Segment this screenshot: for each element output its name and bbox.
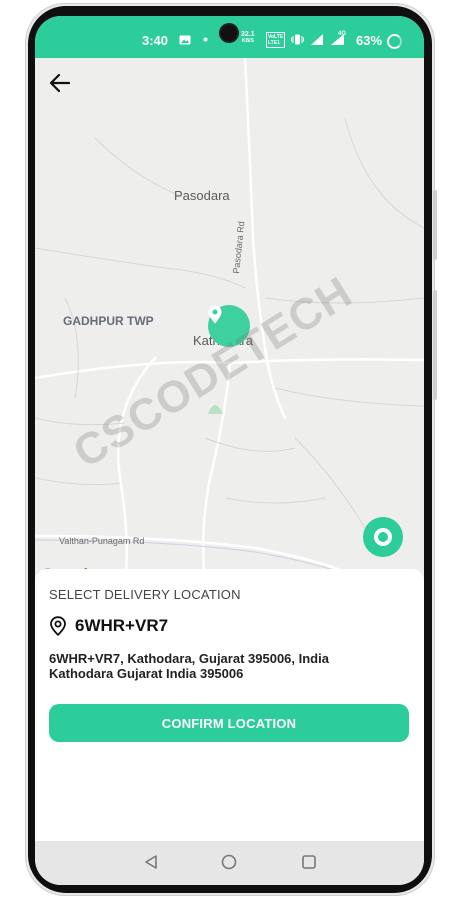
network-speed-unit: KB/S (241, 38, 254, 44)
status-bar: 3:40 32.1 KB/S VoLTE LTE1 4G 63% (35, 16, 424, 58)
map-view[interactable]: Pasodara Pasodara Rd GADHPUR TWP Kathoda… (35, 58, 424, 585)
nav-recents-square-icon[interactable] (301, 854, 317, 870)
sheet-heading: SELECT DELIVERY LOCATION (49, 587, 241, 602)
status-time: 3:40 (142, 33, 169, 48)
my-location-dot (378, 532, 388, 542)
network-speed-value: 32.1 (241, 31, 255, 38)
nav-home-circle-icon[interactable] (221, 854, 237, 870)
vibrate-icon (291, 34, 304, 45)
address-text: 6WHR+VR7, Kathodara, Gujarat 395006, Ind… (49, 651, 329, 681)
network-speed: 32.1 KB/S (241, 31, 255, 45)
map-label-gadhpur-twp: GADHPUR TWP (63, 314, 154, 328)
location-pin-marker (208, 305, 250, 347)
my-location-button[interactable] (363, 517, 403, 557)
battery-ring-icon (387, 34, 402, 49)
map-label-pasodara: Pasodara (174, 188, 230, 203)
photo-icon (179, 35, 191, 45)
battery-percent: 63% (356, 33, 383, 48)
back-arrow-icon[interactable] (47, 70, 73, 96)
nav-back-triangle-icon[interactable] (143, 854, 159, 870)
map-label-valthan-rd: Valthan-Punagam Rd (59, 536, 145, 546)
app-screen: 3:40 32.1 KB/S VoLTE LTE1 4G 63% Pasodar… (35, 16, 424, 885)
location-pin-icon (208, 305, 222, 324)
dot-icon (203, 37, 208, 42)
system-nav-bar (35, 841, 424, 885)
power-button (433, 190, 437, 260)
confirm-location-button[interactable]: CONFIRM LOCATION (49, 704, 409, 742)
delivery-location-sheet: SELECT DELIVERY LOCATION 6WHR+VR7 6WHR+V… (35, 569, 424, 843)
volte-line2: LTE1 (268, 40, 280, 46)
volume-button (433, 290, 437, 400)
place-name: 6WHR+VR7 (75, 616, 169, 635)
my-location-icon (374, 528, 392, 546)
selected-place: 6WHR+VR7 (49, 614, 168, 638)
front-camera (221, 25, 237, 41)
place-pin-outline-icon (50, 616, 66, 636)
volte-badge: VoLTE LTE1 (266, 32, 286, 48)
4g-signal-icon: 4G (331, 31, 346, 45)
signal-icon (311, 34, 323, 45)
